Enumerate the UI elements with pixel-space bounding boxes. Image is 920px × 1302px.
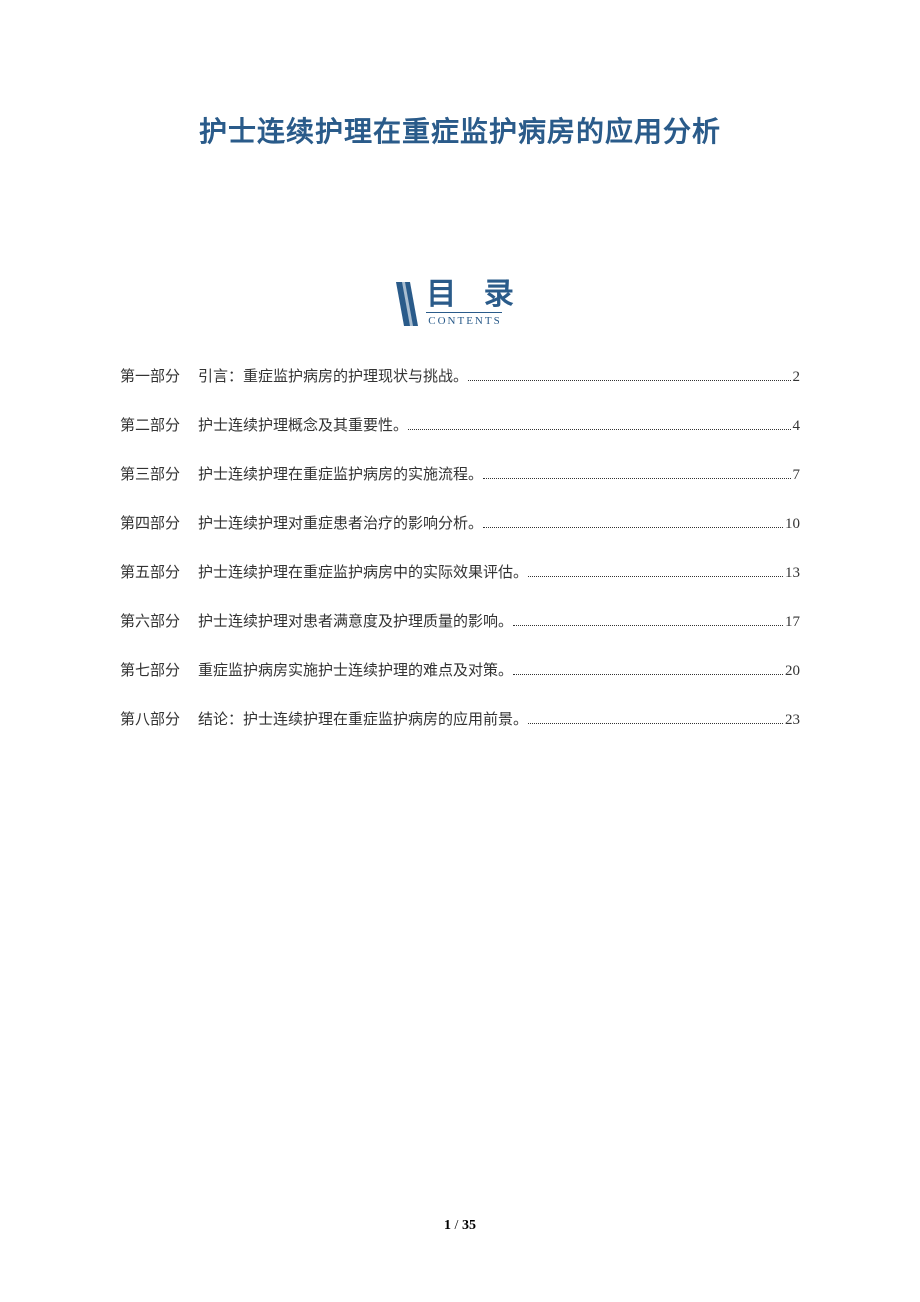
document-title: 护士连续护理在重症监护病房的应用分析 (120, 110, 800, 150)
toc-label-wrap: 目 录 CONTENTS (426, 280, 524, 327)
document-page: 护士连续护理在重症监护病房的应用分析 目 录 CONTENTS 第一部分 引言：… (0, 0, 920, 729)
toc-entry-title: 护士连续护理在重症监护病房中的实际效果评估。 (198, 561, 528, 582)
toc-leader-dots (483, 478, 790, 479)
toc-part: 第三部分 (120, 463, 180, 484)
toc-page-number: 10 (785, 516, 800, 533)
toc-part: 第八部分 (120, 708, 180, 729)
toc-list: 第一部分 引言：重症监护病房的护理现状与挑战。 2 第二部分 护士连续护理概念及… (120, 365, 800, 729)
footer-separator: / (451, 1218, 462, 1233)
toc-item: 第二部分 护士连续护理概念及其重要性。 4 (120, 414, 800, 435)
footer-current-page: 1 (444, 1218, 451, 1233)
toc-entry-title: 重症监护病房实施护士连续护理的难点及对策。 (198, 659, 513, 680)
toc-item: 第六部分 护士连续护理对患者满意度及护理质量的影响。 17 (120, 610, 800, 631)
toc-part: 第七部分 (120, 659, 180, 680)
toc-page-number: 4 (793, 418, 801, 435)
toc-page-number: 13 (785, 565, 800, 582)
toc-entry-title: 护士连续护理在重症监护病房的实施流程。 (198, 463, 483, 484)
toc-entry-title: 结论：护士连续护理在重症监护病房的应用前景。 (198, 708, 528, 729)
page-footer: 1 / 35 (0, 1218, 920, 1234)
toc-label: 目 录 (426, 280, 524, 310)
toc-entry-title: 护士连续护理概念及其重要性。 (198, 414, 408, 435)
toc-leader-dots (528, 723, 783, 724)
toc-page-number: 17 (785, 614, 800, 631)
toc-part: 第五部分 (120, 561, 180, 582)
toc-part: 第一部分 (120, 365, 180, 386)
toc-entry-title: 引言：重症监护病房的护理现状与挑战。 (198, 365, 468, 386)
toc-sublabel: CONTENTS (426, 312, 501, 327)
toc-header: 目 录 CONTENTS (120, 280, 800, 327)
toc-leader-dots (513, 625, 783, 626)
toc-page-number: 20 (785, 663, 800, 680)
footer-total-pages: 35 (462, 1218, 476, 1233)
toc-icon (396, 282, 418, 326)
toc-page-number: 7 (793, 467, 801, 484)
toc-part: 第二部分 (120, 414, 180, 435)
toc-item: 第八部分 结论：护士连续护理在重症监护病房的应用前景。 23 (120, 708, 800, 729)
toc-leader-dots (528, 576, 783, 577)
toc-page-number: 2 (793, 369, 801, 386)
toc-part: 第六部分 (120, 610, 180, 631)
toc-item: 第五部分 护士连续护理在重症监护病房中的实际效果评估。 13 (120, 561, 800, 582)
toc-page-number: 23 (785, 712, 800, 729)
toc-leader-dots (513, 674, 783, 675)
toc-entry-title: 护士连续护理对患者满意度及护理质量的影响。 (198, 610, 513, 631)
toc-item: 第四部分 护士连续护理对重症患者治疗的影响分析。 10 (120, 512, 800, 533)
toc-item: 第七部分 重症监护病房实施护士连续护理的难点及对策。 20 (120, 659, 800, 680)
toc-leader-dots (408, 429, 790, 430)
toc-item: 第一部分 引言：重症监护病房的护理现状与挑战。 2 (120, 365, 800, 386)
toc-leader-dots (468, 380, 790, 381)
toc-part: 第四部分 (120, 512, 180, 533)
toc-item: 第三部分 护士连续护理在重症监护病房的实施流程。 7 (120, 463, 800, 484)
toc-leader-dots (483, 527, 783, 528)
toc-entry-title: 护士连续护理对重症患者治疗的影响分析。 (198, 512, 483, 533)
